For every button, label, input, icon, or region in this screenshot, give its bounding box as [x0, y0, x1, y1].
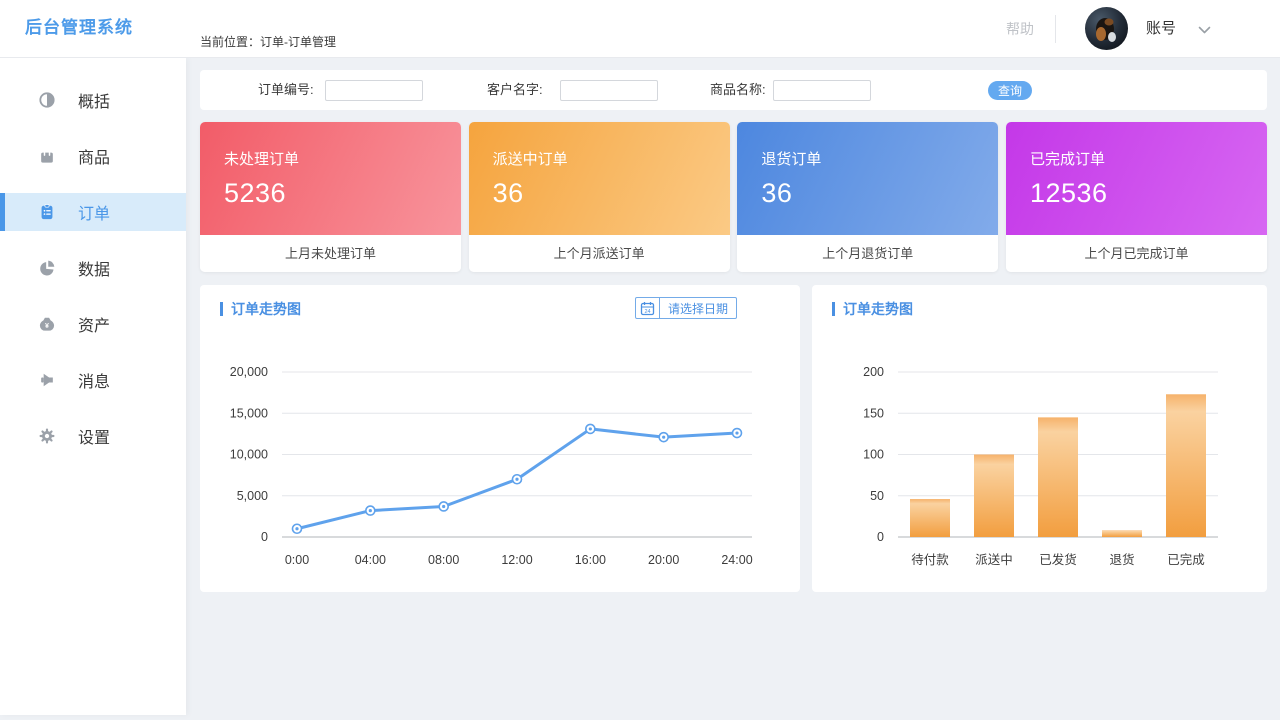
- stat-card-body: 未处理订单 5236: [200, 122, 461, 235]
- svg-text:150: 150: [863, 406, 884, 420]
- svg-text:200: 200: [863, 365, 884, 379]
- calendar-icon: 24: [636, 298, 660, 318]
- svg-text:待付款: 待付款: [911, 553, 949, 567]
- svg-text:12:00: 12:00: [501, 553, 532, 567]
- svg-text:16:00: 16:00: [575, 553, 606, 567]
- breadcrumb: 当前位置：订单-订单管理: [200, 33, 336, 50]
- stat-card-value: 12536: [1030, 178, 1243, 209]
- chevron-down-icon[interactable]: [1198, 26, 1211, 35]
- svg-text:20,000: 20,000: [230, 365, 268, 379]
- sidebar: 概括 商品 订单 数据 ¥ 资产 消息 设置: [0, 58, 186, 715]
- svg-text:退货: 退货: [1109, 552, 1134, 567]
- svg-text:04:00: 04:00: [355, 553, 386, 567]
- sidebar-item-overview[interactable]: 概括: [0, 81, 186, 119]
- sidebar-item-label: 商品: [78, 144, 110, 168]
- pie-chart-icon: [37, 258, 57, 278]
- sidebar-item-label: 设置: [78, 424, 110, 448]
- order-number-label: 订单编号:: [258, 70, 314, 110]
- stat-card-title: 已完成订单: [1030, 148, 1243, 169]
- stat-card-title: 未处理订单: [224, 148, 437, 169]
- date-picker-label: 请选择日期: [660, 300, 736, 317]
- avatar-image: [1085, 7, 1128, 50]
- panel-header: 订单走势图: [832, 299, 913, 319]
- svg-text:100: 100: [863, 448, 884, 462]
- svg-text:派送中: 派送中: [975, 552, 1013, 567]
- sidebar-item-settings[interactable]: 设置: [0, 417, 186, 455]
- stat-card-title: 退货订单: [761, 148, 974, 169]
- query-button[interactable]: 查询: [988, 81, 1032, 100]
- avatar[interactable]: [1085, 7, 1128, 50]
- product-name-label: 商品名称:: [710, 70, 766, 110]
- stat-card-value: 36: [761, 178, 974, 209]
- svg-text:已发货: 已发货: [1039, 552, 1077, 567]
- svg-text:已完成: 已完成: [1167, 552, 1205, 567]
- stat-card-value: 36: [493, 178, 706, 209]
- line-chart-panel: 订单走势图 24 请选择日期 05,00010,00015,00020,0000…: [200, 285, 800, 592]
- stat-card-unprocessed: 未处理订单 5236 上月未处理订单: [200, 122, 461, 272]
- stat-card-completed: 已完成订单 12536 上个月已完成订单: [1006, 122, 1267, 272]
- sidebar-item-messages[interactable]: 消息: [0, 361, 186, 399]
- svg-text:24:00: 24:00: [721, 553, 752, 567]
- svg-text:08:00: 08:00: [428, 553, 459, 567]
- sidebar-item-label: 资产: [78, 312, 110, 336]
- stat-card-body: 退货订单 36: [737, 122, 998, 235]
- help-link[interactable]: 帮助: [1006, 0, 1034, 58]
- bar-chart: 0 50 100 150 200 待付款 派送中 已发货 退货 已完成: [812, 345, 1267, 590]
- order-clipboard-icon: [37, 202, 57, 222]
- sidebar-item-label: 订单: [78, 200, 110, 224]
- svg-text:24: 24: [644, 309, 650, 315]
- account-label[interactable]: 账号: [1146, 0, 1176, 58]
- svg-text:10,000: 10,000: [230, 448, 268, 462]
- gear-icon: [37, 426, 57, 446]
- svg-text:¥: ¥: [45, 322, 49, 330]
- product-name-input[interactable]: [773, 80, 871, 101]
- sidebar-item-label: 消息: [78, 368, 110, 392]
- money-bag-icon: ¥: [37, 314, 57, 334]
- panel-accent-bar: [832, 302, 835, 316]
- line-chart: 0 5,000 10,000 15,000 20,000 0:00 04:00 08:00 12…: [200, 345, 800, 590]
- panel-header: 订单走势图: [220, 299, 301, 319]
- customer-name-input[interactable]: [560, 80, 658, 101]
- stat-card-body: 派送中订单 36: [469, 122, 730, 235]
- stat-cards: 未处理订单 5236 上月未处理订单 派送中订单 36 上个月派送订单 退货订单…: [200, 122, 1267, 272]
- svg-text:15,000: 15,000: [230, 406, 268, 420]
- stat-card-footer: 上月未处理订单: [200, 235, 461, 272]
- panel-accent-bar: [220, 302, 223, 316]
- svg-text:0:00: 0:00: [285, 553, 309, 567]
- stat-card-delivering: 派送中订单 36 上个月派送订单: [469, 122, 730, 272]
- svg-text:0: 0: [877, 530, 884, 544]
- bar-chart-panel: 订单走势图 0 50 100 150 200 待付款 派送中 已发货 退货 已完成: [812, 285, 1267, 592]
- sidebar-item-label: 概括: [78, 88, 110, 112]
- svg-text:20:00: 20:00: [648, 553, 679, 567]
- date-picker[interactable]: 24 请选择日期: [635, 297, 737, 319]
- stat-card-body: 已完成订单 12536: [1006, 122, 1267, 235]
- sidebar-item-orders[interactable]: 订单: [0, 193, 186, 231]
- stat-card-footer: 上个月派送订单: [469, 235, 730, 272]
- sidebar-item-data[interactable]: 数据: [0, 249, 186, 287]
- panel-title: 订单走势图: [843, 299, 913, 319]
- top-bar: 后台管理系统 当前位置：订单-订单管理 帮助 账号: [0, 0, 1280, 58]
- svg-text:50: 50: [870, 489, 884, 503]
- customer-name-label: 客户名字:: [487, 70, 543, 110]
- stat-card-footer: 上个月已完成订单: [1006, 235, 1267, 272]
- stat-card-title: 派送中订单: [493, 148, 706, 169]
- speaker-icon: [37, 370, 57, 390]
- sidebar-item-assets[interactable]: ¥ 资产: [0, 305, 186, 343]
- order-number-input[interactable]: [325, 80, 423, 101]
- contrast-icon: [37, 90, 57, 110]
- panel-title: 订单走势图: [231, 299, 301, 319]
- search-panel: 订单编号: 客户名字: 商品名称: 查询: [200, 70, 1267, 110]
- shopping-bag-icon: [37, 146, 57, 166]
- svg-text:5,000: 5,000: [237, 489, 268, 503]
- sidebar-item-products[interactable]: 商品: [0, 137, 186, 175]
- stat-card-value: 5236: [224, 178, 437, 209]
- stat-card-footer: 上个月退货订单: [737, 235, 998, 272]
- stat-card-returns: 退货订单 36 上个月退货订单: [737, 122, 998, 272]
- svg-text:0: 0: [261, 530, 268, 544]
- app-logo: 后台管理系统: [25, 0, 133, 56]
- header-divider: [1055, 15, 1056, 43]
- sidebar-item-label: 数据: [78, 256, 110, 280]
